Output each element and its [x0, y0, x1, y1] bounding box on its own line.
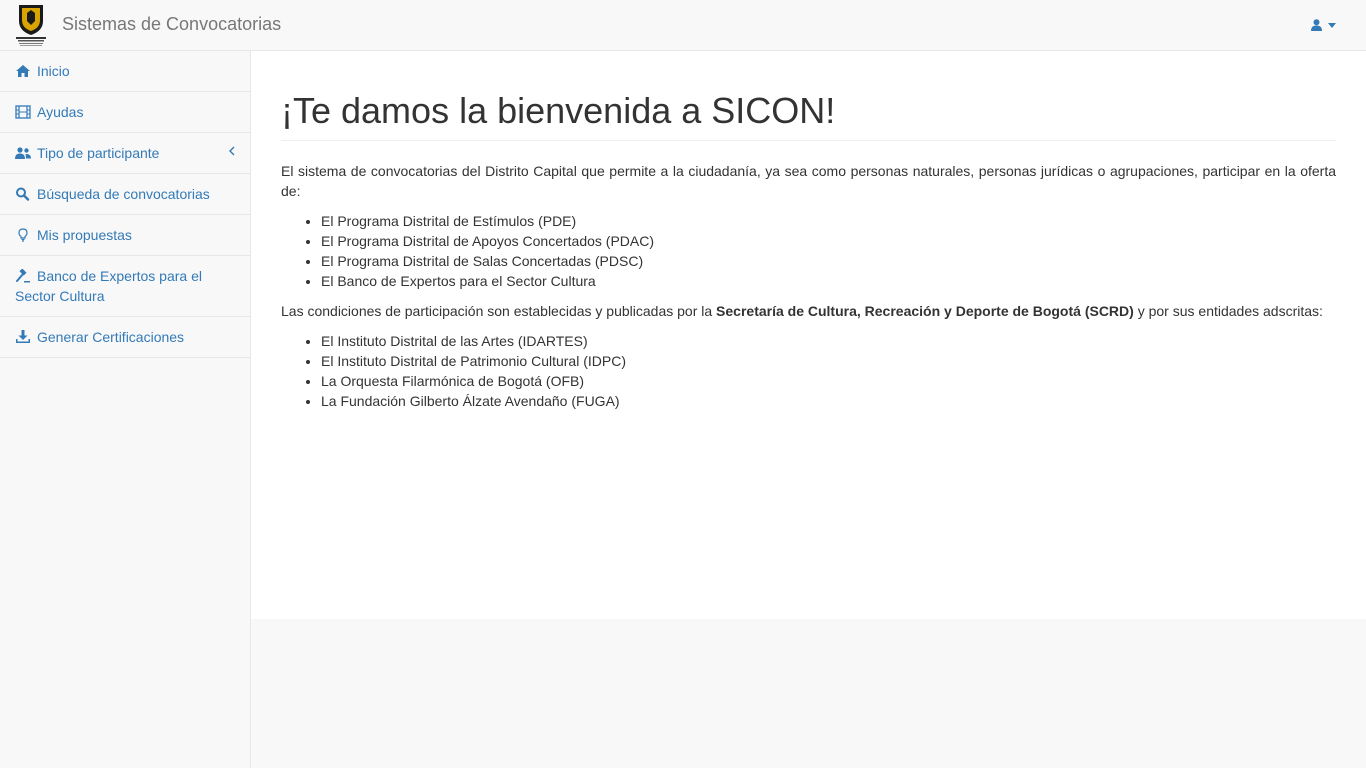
entities-list: El Instituto Distrital de las Artes (IDA… — [321, 331, 1336, 411]
sidebar-item-label: Ayudas — [37, 104, 84, 120]
list-item: El Instituto Distrital de Patrimonio Cul… — [321, 351, 1336, 371]
conditions-entity: Secretaría de Cultura, Recreación y Depo… — [716, 303, 1134, 319]
gavel-icon — [16, 269, 30, 283]
list-item: La Orquesta Filarmónica de Bogotá (OFB) — [321, 371, 1336, 391]
page-title: ¡Te damos la bienvenida a SICON! — [281, 91, 1336, 141]
list-item: El Programa Distrital de Estímulos (PDE) — [321, 211, 1336, 231]
users-icon — [15, 147, 31, 159]
main-content: ¡Te damos la bienvenida a SICON! El sist… — [251, 51, 1366, 619]
sidebar-item-tipo-participante[interactable]: Tipo de participante — [0, 133, 250, 174]
lightbulb-icon — [18, 228, 28, 242]
sidebar-item-mis-propuestas[interactable]: Mis propuestas — [0, 215, 250, 256]
app-brand-title[interactable]: Sistemas de Convocatorias — [62, 14, 281, 34]
programs-list: El Programa Distrital de Estímulos (PDE)… — [321, 211, 1336, 291]
sidebar-item-banco-expertos[interactable]: Banco de Expertos para el Sector Cultura — [0, 256, 250, 317]
conditions-suffix: y por sus entidades adscritas: — [1133, 303, 1323, 319]
bogota-logo[interactable] — [13, 3, 49, 47]
top-navbar: Sistemas de Convocatorias — [0, 0, 1366, 51]
list-item: El Programa Distrital de Apoyos Concerta… — [321, 231, 1336, 251]
sidebar-item-generar-certificaciones[interactable]: Generar Certificaciones — [0, 317, 250, 358]
list-item: El Programa Distrital de Salas Concertad… — [321, 251, 1336, 271]
sidebar-item-label: Inicio — [37, 63, 70, 79]
sidebar-item-label: Búsqueda de convocatorias — [37, 186, 210, 202]
intro-paragraph: El sistema de convocatorias del Distrito… — [281, 163, 1336, 199]
chevron-left-icon — [229, 146, 235, 156]
list-item: El Banco de Expertos para el Sector Cult… — [321, 271, 1336, 291]
search-icon — [16, 187, 30, 201]
download-icon — [16, 330, 30, 343]
sidebar-item-label: Mis propuestas — [37, 227, 132, 243]
sidebar-item-busqueda[interactable]: Búsqueda de convocatorias — [0, 174, 250, 215]
film-icon — [15, 105, 31, 119]
user-menu-toggle[interactable] — [1311, 17, 1336, 33]
caret-down-icon — [1328, 22, 1336, 28]
user-icon — [1311, 19, 1322, 31]
sidebar-item-inicio[interactable]: Inicio — [0, 51, 250, 92]
sidebar: Inicio Ayudas Tipo de participante Búsqu — [0, 51, 251, 768]
conditions-prefix: Las condiciones de participación son est… — [281, 303, 717, 319]
list-item: La Fundación Gilberto Álzate Avendaño (F… — [321, 391, 1336, 411]
sidebar-item-ayudas[interactable]: Ayudas — [0, 92, 250, 133]
home-icon — [16, 65, 30, 77]
sidebar-item-label: Tipo de participante — [37, 145, 160, 161]
sidebar-item-label: Banco de Expertos para el Sector Cultura — [15, 268, 202, 304]
list-item: El Instituto Distrital de las Artes (IDA… — [321, 331, 1336, 351]
conditions-paragraph: Las condiciones de participación son est… — [281, 301, 1336, 321]
sidebar-item-label: Generar Certificaciones — [37, 329, 185, 345]
